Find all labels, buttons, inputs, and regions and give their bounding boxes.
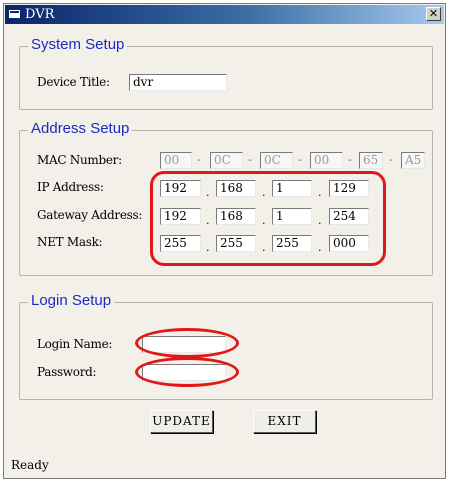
mac-field-2: 0C — [210, 152, 243, 169]
ip-address-label: IP Address: — [37, 180, 104, 194]
address-setup-legend: Address Setup — [28, 120, 133, 138]
octet-separator: . — [206, 241, 210, 254]
gateway-octet-2[interactable]: 168 — [216, 208, 256, 225]
window-title: DVR — [25, 7, 55, 22]
netmask-octet-2[interactable]: 255 — [216, 235, 256, 252]
mac-field-3: 0C — [260, 152, 293, 169]
mac-number-label: MAC Number: — [37, 153, 122, 167]
close-icon[interactable]: ✕ — [426, 7, 441, 21]
login-setup-legend: Login Setup — [28, 292, 115, 310]
update-button[interactable]: UPDATE — [150, 410, 213, 433]
netmask-octet-1[interactable]: 255 — [160, 235, 201, 252]
password-label: Password: — [37, 365, 97, 379]
system-setup-legend: System Setup — [28, 36, 128, 54]
mac-field-1: 00 — [160, 152, 192, 169]
login-name-input[interactable] — [142, 336, 226, 353]
netmask-octet-3[interactable]: 255 — [272, 235, 312, 252]
status-text: Ready — [11, 458, 49, 472]
password-input[interactable] — [142, 364, 226, 381]
octet-separator: . — [262, 186, 266, 199]
login-name-label: Login Name: — [37, 337, 113, 351]
mac-field-4: 00 — [310, 152, 343, 169]
title-bar[interactable]: DVR ✕ — [5, 5, 444, 24]
ip-octet-1[interactable]: 192 — [160, 180, 201, 197]
gateway-octet-1[interactable]: 192 — [160, 208, 201, 225]
app-icon — [9, 10, 20, 18]
mac-separator: - — [298, 153, 302, 166]
device-title-input[interactable]: dvr — [129, 74, 227, 91]
ip-octet-3[interactable]: 1 — [272, 180, 312, 197]
device-title-label: Device Title: — [37, 75, 110, 89]
gateway-octet-4[interactable]: 254 — [329, 208, 369, 225]
octet-separator: . — [262, 214, 266, 227]
octet-separator: . — [262, 241, 266, 254]
ip-octet-4[interactable]: 129 — [329, 180, 369, 197]
octet-separator: . — [318, 186, 322, 199]
ip-octet-2[interactable]: 168 — [216, 180, 256, 197]
mac-separator: - — [248, 153, 252, 166]
exit-button[interactable]: EXIT — [253, 410, 316, 433]
net-mask-label: NET Mask: — [37, 235, 103, 249]
octet-separator: . — [318, 214, 322, 227]
gateway-address-label: Gateway Address: — [37, 208, 143, 222]
gateway-octet-3[interactable]: 1 — [272, 208, 312, 225]
dvr-window: DVR ✕ System Setup Device Title: dvr Add… — [3, 3, 446, 479]
octet-separator: . — [318, 241, 322, 254]
octet-separator: . — [206, 214, 210, 227]
login-setup-group: Login Setup — [19, 292, 433, 400]
netmask-octet-4[interactable]: 000 — [329, 235, 369, 252]
mac-separator: - — [389, 153, 393, 166]
mac-separator: - — [197, 153, 201, 166]
octet-separator: . — [206, 186, 210, 199]
mac-separator: - — [348, 153, 352, 166]
mac-field-5: 65 — [359, 152, 383, 169]
mac-field-6: A5 — [401, 152, 425, 169]
